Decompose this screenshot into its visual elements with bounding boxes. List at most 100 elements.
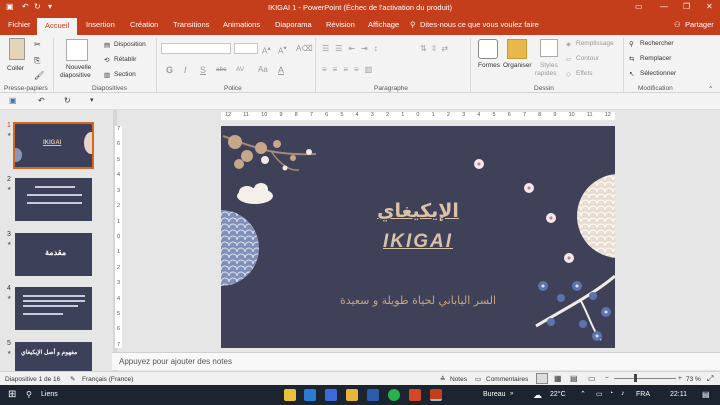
ribbon-display-icon[interactable]: ▭ (635, 2, 643, 11)
new-slide-button-line2[interactable]: diapositive (60, 72, 91, 79)
tab-view[interactable]: Affichage (368, 20, 399, 29)
quick-styles-button-line2[interactable]: rapides (535, 70, 556, 77)
notifications-icon[interactable]: ▤ (702, 390, 710, 399)
select-button[interactable]: Sélectionner (640, 70, 676, 77)
save-icon[interactable]: ▣ (9, 96, 17, 105)
clock[interactable]: 22:11 (670, 391, 687, 398)
slide-title-arabic[interactable]: الإيكيغاي (221, 200, 615, 222)
wifi-icon[interactable]: ◔ (609, 390, 613, 397)
language-indicator[interactable]: FRA (636, 391, 650, 398)
quick-styles-icon[interactable] (540, 39, 558, 57)
app-icon[interactable] (325, 389, 337, 401)
weather-temp[interactable]: 22°C (550, 391, 566, 398)
font-color-button[interactable]: A (278, 65, 284, 75)
zoom-in-icon[interactable]: + (678, 375, 682, 382)
edge-icon[interactable] (304, 389, 316, 401)
tab-design[interactable]: Création (130, 20, 158, 29)
shapes-icon[interactable] (478, 39, 498, 59)
slide-canvas[interactable]: الإيكيغاي IKIGAI السر الياباني لحياة طوي… (221, 126, 615, 348)
shape-effects-button[interactable]: Effets (576, 70, 593, 77)
find-button[interactable]: Rechercher (640, 40, 674, 47)
reading-view-icon[interactable]: ▤ (570, 374, 578, 383)
maximize-icon[interactable]: ❐ (683, 2, 690, 11)
slide-thumbnail-1[interactable]: IKIGAI (13, 122, 94, 169)
reset-button[interactable]: Rétablir (114, 56, 136, 63)
share-button[interactable]: Partager (685, 20, 714, 29)
tab-transitions[interactable]: Transitions (173, 20, 209, 29)
slideshow-icon[interactable]: ▭ (588, 374, 596, 383)
shape-outline-button[interactable]: Contour (576, 55, 599, 62)
tab-insert[interactable]: Insertion (86, 20, 115, 29)
redo-icon[interactable]: ↻ (64, 96, 71, 105)
cut-icon[interactable]: ✂ (34, 40, 41, 49)
paste-button[interactable]: Coller (7, 65, 24, 72)
tray-chevron-icon[interactable]: ⌃ (580, 390, 586, 398)
whatsapp-icon[interactable] (388, 389, 400, 401)
tab-review[interactable]: Révision (326, 20, 355, 29)
copy-icon[interactable]: ⎘ (34, 56, 40, 66)
slide-thumbnail-3[interactable]: مقدمة (15, 233, 92, 276)
tab-file[interactable]: Fichier (8, 20, 31, 29)
clear-format-icon[interactable]: A⌫ (296, 44, 313, 53)
file-explorer-icon[interactable] (346, 389, 358, 401)
chrome-icon[interactable] (284, 389, 296, 401)
slide-thumbnail-5[interactable]: مفهوم و أصل الإيكيغاي (15, 342, 92, 371)
windows-start-icon[interactable]: ⊞ (8, 389, 16, 400)
underline-button[interactable]: S (200, 65, 206, 75)
paste-icon[interactable] (9, 38, 25, 60)
tab-slideshow[interactable]: Diaporama (275, 20, 312, 29)
slide-subtitle[interactable]: السر الياباني لحياة طويلة و سعيدة (221, 294, 615, 307)
collapse-ribbon-icon[interactable]: ⌃ (708, 85, 713, 93)
app-icon[interactable] (409, 389, 421, 401)
minimize-icon[interactable]: — (660, 2, 668, 11)
zoom-slider[interactable] (614, 378, 676, 379)
shape-fill-button[interactable]: Remplissage (576, 40, 614, 47)
align-buttons[interactable]: ≡≡≡≡▥ (322, 65, 378, 74)
fit-slide-icon[interactable]: ⤢ (707, 374, 713, 384)
new-slide-button[interactable]: Nouvelle (66, 64, 91, 71)
desktop-label[interactable]: Bureau (483, 391, 506, 398)
undo-icon[interactable]: ↶ (38, 96, 45, 105)
layout-button[interactable]: Disposition (114, 41, 146, 48)
arrange-icon[interactable] (507, 39, 527, 59)
tell-me-box[interactable]: Dites-nous ce que vous voulez faire (420, 20, 539, 29)
shapes-button[interactable]: Formes (478, 62, 500, 69)
close-icon[interactable]: ✕ (706, 2, 713, 11)
quick-styles-button[interactable]: Styles (540, 62, 558, 69)
powerpoint-icon[interactable] (430, 389, 442, 401)
change-case-button[interactable]: Aa (258, 65, 268, 74)
shrink-font-icon[interactable]: A▾ (278, 44, 287, 56)
format-painter-icon[interactable]: 🖌 (34, 71, 44, 80)
font-name-input[interactable] (161, 43, 231, 54)
zoom-level[interactable]: 73 % (686, 376, 701, 383)
slide-sorter-icon[interactable]: ▦ (554, 374, 562, 383)
section-button[interactable]: Section (114, 71, 136, 78)
zoom-slider-thumb[interactable] (634, 374, 637, 382)
chevron-icon[interactable]: » (510, 391, 513, 397)
customize-qat-icon[interactable]: ▾ (90, 96, 94, 104)
char-spacing-button[interactable]: AV (236, 66, 244, 73)
zoom-out-icon[interactable]: − (605, 375, 609, 382)
normal-view-icon[interactable] (536, 373, 548, 384)
italic-button[interactable]: I (184, 65, 187, 75)
language-indicator[interactable]: Français (France) (82, 376, 133, 383)
arrange-button[interactable]: Organiser (503, 62, 532, 69)
share-icon[interactable]: ⚇ (674, 20, 681, 29)
font-size-input[interactable] (234, 43, 258, 54)
tab-home[interactable]: Accueil (37, 18, 78, 35)
notes-button[interactable]: Notes (450, 376, 467, 383)
slide-title-english[interactable]: IKIGAI (221, 231, 615, 253)
taskbar-search[interactable]: Liens (41, 391, 58, 398)
list-buttons[interactable]: ☰☰⇤⇥↕ (322, 44, 384, 53)
slide-thumbnail-4[interactable] (15, 287, 92, 330)
comments-button[interactable]: Commentaires (486, 376, 528, 383)
store-icon[interactable] (367, 389, 379, 401)
bold-button[interactable]: G (166, 65, 173, 75)
new-slide-icon[interactable] (66, 39, 88, 61)
spellcheck-icon[interactable]: ✎ (70, 375, 75, 383)
replace-button[interactable]: Remplacer (640, 55, 671, 62)
notes-pane[interactable]: Appuyez pour ajouter des notes (112, 352, 720, 370)
battery-icon[interactable]: ▭ (596, 390, 603, 398)
tab-animations[interactable]: Animations (223, 20, 260, 29)
strikethrough-button[interactable]: abc (216, 66, 226, 73)
